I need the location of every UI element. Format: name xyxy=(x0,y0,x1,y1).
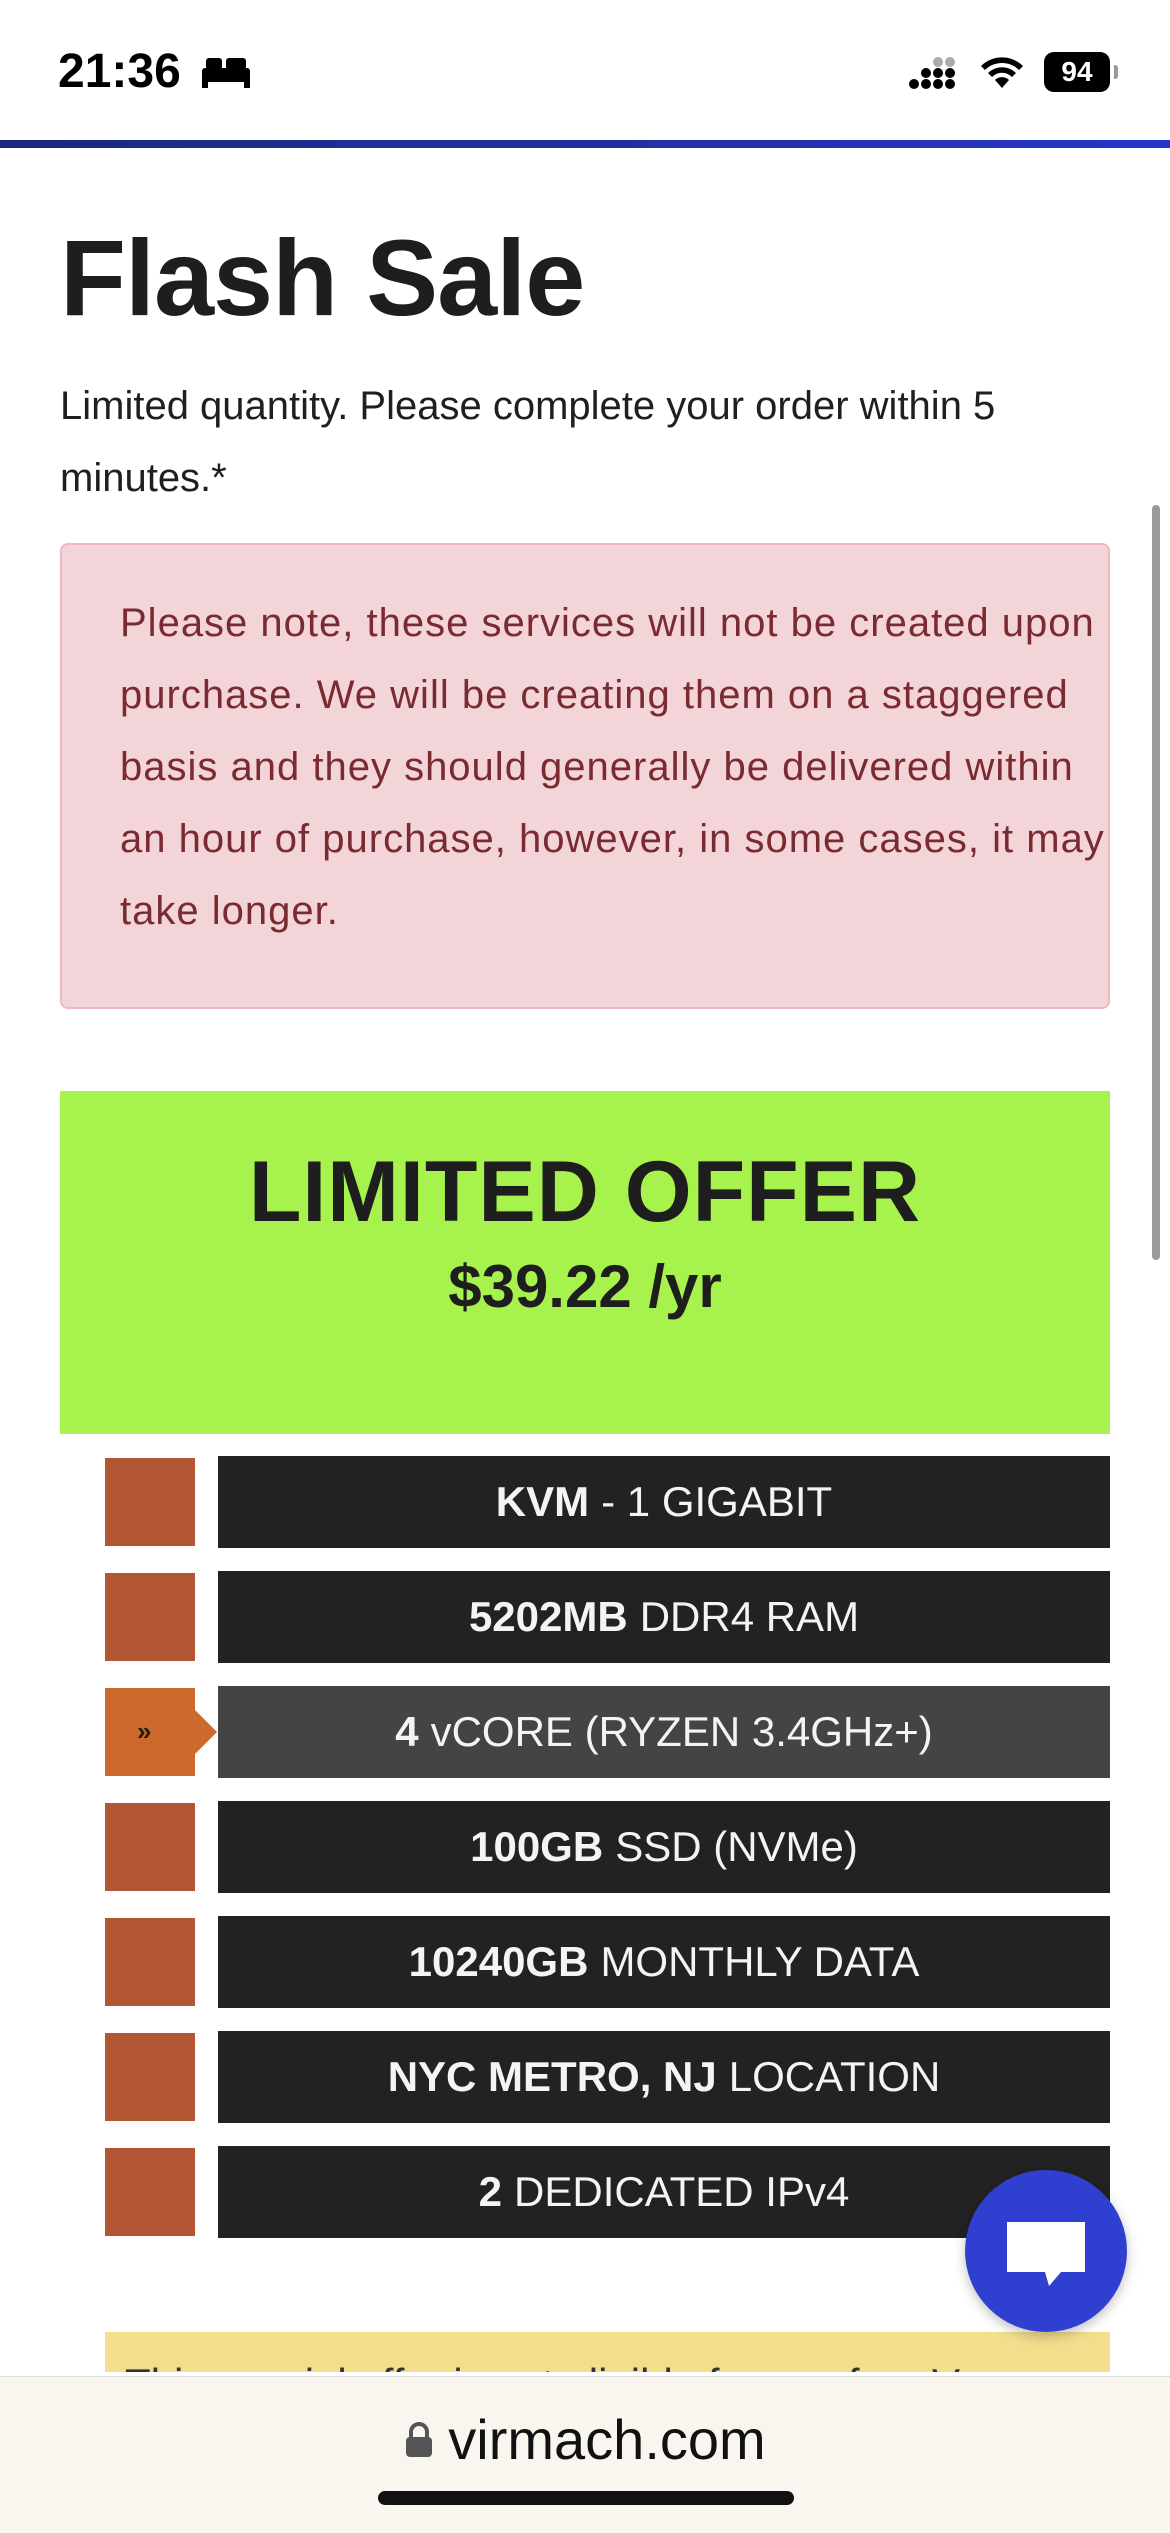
offer-title: LIMITED OFFER xyxy=(248,1144,922,1240)
battery-icon: 94 xyxy=(1044,52,1118,92)
feature-row: 5202MB DDR4 RAM xyxy=(105,1571,1110,1663)
feature-label: LOCATION xyxy=(728,2053,941,2100)
feature-value: 5202MB xyxy=(468,1593,628,1640)
feature-row: 10240GB MONTHLY DATA xyxy=(105,1916,1110,2008)
feature-label: - 1 GIGABIT xyxy=(601,1478,833,1525)
url-text: virmach.com xyxy=(448,2408,766,2471)
feature-row: NYC METRO, NJ LOCATION xyxy=(105,2031,1110,2123)
feature-row: KVM - 1 GIGABIT xyxy=(105,1456,1110,1548)
feature-value: NYC METRO, NJ xyxy=(387,2053,717,2100)
feature-bar: 4 vCORE (RYZEN 3.4GHz+) xyxy=(218,1686,1110,1778)
feature-value: 2 xyxy=(478,2168,503,2215)
feature-bar: 10240GB MONTHLY DATA xyxy=(218,1916,1110,2008)
feature-marker xyxy=(105,1458,195,1546)
feature-marker xyxy=(105,2148,195,2236)
feature-bar: 5202MB DDR4 RAM xyxy=(218,1571,1110,1663)
feature-marker xyxy=(105,2033,195,2121)
status-indicators: 94 xyxy=(908,52,1118,92)
feature-row-active[interactable]: » 4 vCORE (RYZEN 3.4GHz+) xyxy=(105,1686,1110,1778)
feature-marker-active: » xyxy=(105,1688,217,1776)
offer-price: $39.22 /yr xyxy=(448,1253,722,1320)
page-title-bold: Flash xyxy=(60,217,338,338)
feature-bar: 100GB SSD (NVMe) xyxy=(218,1801,1110,1893)
promo-note-text: This special offer is not eligible for a… xyxy=(105,2332,1110,2372)
feature-value: 4 xyxy=(395,1708,419,1755)
url-display[interactable]: virmach.com xyxy=(0,2407,1170,2472)
feature-row: 2 DEDICATED IPv4 xyxy=(105,2146,1110,2238)
feature-row: 100GB SSD (NVMe) xyxy=(105,1801,1110,1893)
feature-bar: KVM - 1 GIGABIT xyxy=(218,1456,1110,1548)
bed-icon xyxy=(202,58,250,88)
battery-level: 94 xyxy=(1061,56,1093,87)
double-chevron-icon: » xyxy=(137,1716,152,1746)
wifi-icon xyxy=(981,57,1023,88)
limited-offer-banner: LIMITED OFFER $39.22 /yr xyxy=(60,1091,1110,1434)
home-indicator[interactable] xyxy=(378,2491,794,2505)
page-title-rest: Sale xyxy=(366,217,585,338)
chat-icon xyxy=(1007,2222,1085,2286)
feature-label: MONTHLY DATA xyxy=(600,1938,920,1985)
browser-address-bar[interactable]: virmach.com xyxy=(0,2376,1170,2533)
feature-value: 10240GB xyxy=(408,1938,589,1985)
feature-label: DEDICATED IPv4 xyxy=(514,2168,850,2215)
notice-box: Please note, these services will not be … xyxy=(60,543,1110,1009)
page-progress-line xyxy=(0,140,1170,148)
status-time: 21:36 xyxy=(58,45,181,98)
signal-icon xyxy=(909,57,955,89)
feature-marker xyxy=(105,1573,195,1661)
feature-bar: NYC METRO, NJ LOCATION xyxy=(218,2031,1110,2123)
feature-value: KVM xyxy=(495,1478,590,1525)
intro-text: Limited quantity. Please complete your o… xyxy=(60,384,996,500)
status-bar: 21:36 94 xyxy=(0,0,1170,145)
lock-icon xyxy=(406,2421,433,2457)
feature-marker xyxy=(105,1918,195,2006)
chat-button[interactable] xyxy=(965,2170,1127,2332)
feature-label: DDR4 RAM xyxy=(639,1593,860,1640)
feature-value: 100GB xyxy=(470,1823,604,1870)
feature-label: SSD (NVMe) xyxy=(615,1823,858,1870)
promo-note-strip: This special offer is not eligible for a… xyxy=(105,2332,1110,2372)
feature-label: vCORE (RYZEN 3.4GHz+) xyxy=(430,1708,933,1755)
scrollbar[interactable] xyxy=(1152,505,1160,1260)
feature-marker xyxy=(105,1803,195,1891)
page-title: Flash Sale xyxy=(60,215,585,340)
